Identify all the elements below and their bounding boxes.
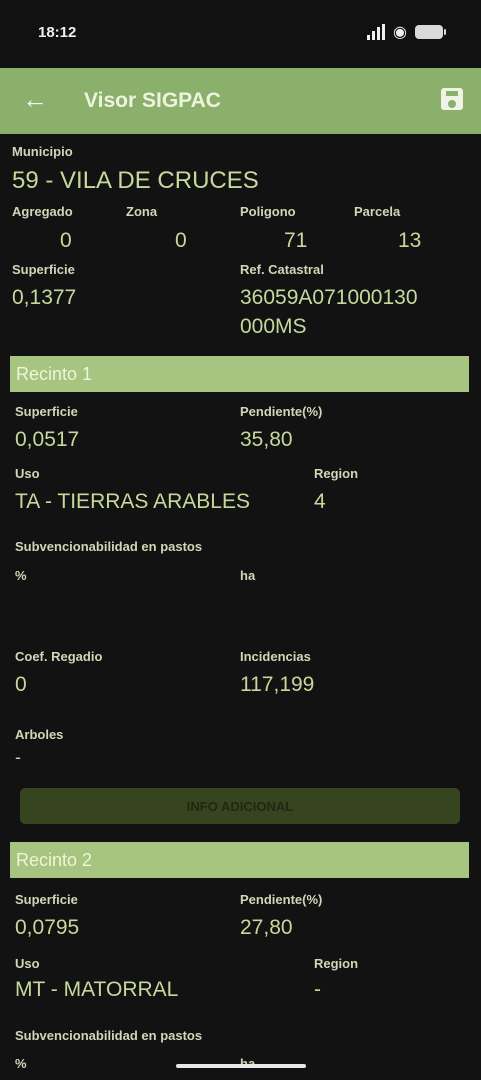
status-time: 18:12	[38, 24, 77, 41]
recinto-2-subv-percent-label: %	[15, 1056, 27, 1071]
recinto-1-incidencias-label: Incidencias	[240, 649, 311, 664]
recinto-1-uso-value: TA - TIERRAS ARABLES	[15, 490, 250, 513]
status-bar: 18:12 ◉	[0, 0, 481, 68]
recinto-2-superficie-value: 0,0795	[15, 916, 80, 939]
recinto-1-arboles-label: Arboles	[15, 727, 64, 742]
status-icons: ◉	[367, 22, 446, 42]
recinto-1-coef-regadio-label: Coef. Regadio	[15, 649, 103, 664]
battery-icon	[415, 25, 446, 39]
info-adicional-button[interactable]: INFO ADICIONAL	[20, 788, 460, 824]
zona-label: Zona	[126, 204, 158, 219]
municipio-label: Municipio	[12, 144, 73, 159]
ref-catastral-line1: 36059A071000130	[240, 286, 418, 309]
recinto-1-coef-regadio-value: 0	[15, 673, 27, 696]
superficie-label: Superficie	[12, 262, 75, 277]
recinto-2-pendiente-label: Pendiente(%)	[240, 892, 323, 907]
wifi-icon: ◉	[393, 24, 407, 41]
recinto-1-subvencionabilidad-label: Subvencionabilidad en pastos	[15, 539, 203, 554]
recinto-1-subv-percent-label: %	[15, 568, 27, 583]
agregado-value: 0	[60, 229, 72, 252]
recinto-2-superficie-label: Superficie	[15, 892, 78, 907]
save-icon[interactable]	[441, 88, 463, 110]
ref-catastral-line2: 000MS	[240, 315, 307, 338]
poligono-value: 71	[284, 229, 308, 252]
zona-value: 0	[175, 229, 187, 252]
recinto-2-uso-label: Uso	[15, 956, 40, 971]
recinto-2-header: Recinto 2	[10, 842, 469, 878]
recinto-1-pendiente-label: Pendiente(%)	[240, 404, 323, 419]
poligono-label: Poligono	[240, 204, 296, 219]
superficie-value: 0,1377	[12, 286, 77, 309]
municipio-value: 59 - VILA DE CRUCES	[12, 167, 259, 194]
recinto-1-region-label: Region	[314, 466, 359, 481]
recinto-1-arboles-value: -	[15, 747, 21, 767]
recinto-2-pendiente-value: 27,80	[240, 916, 293, 939]
app-bar: ← Visor SIGPAC	[0, 68, 481, 134]
arrow-left-icon[interactable]: ←	[22, 85, 48, 113]
parcela-value: 13	[398, 229, 422, 252]
recinto-1-header: Recinto 1	[10, 356, 469, 392]
parcela-label: Parcela	[354, 204, 401, 219]
recinto-1-region-value: 4	[314, 490, 326, 513]
recinto-1-superficie-label: Superficie	[15, 404, 78, 419]
home-indicator[interactable]	[176, 1064, 306, 1068]
agregado-label: Agregado	[12, 204, 73, 219]
ref-catastral-label: Ref. Catastral	[240, 262, 324, 277]
recinto-2-region-label: Region	[314, 956, 359, 971]
recinto-1-subv-ha-label: ha	[240, 568, 256, 583]
recinto-2-region-value: -	[314, 978, 321, 1001]
recinto-1-incidencias-value: 117,199	[240, 673, 315, 696]
recinto-2-subvencionabilidad-label: Subvencionabilidad en pastos	[15, 1028, 203, 1043]
recinto-2-uso-value: MT - MATORRAL	[15, 978, 179, 1001]
recinto-1-pendiente-value: 35,80	[240, 428, 293, 451]
signal-icon	[367, 24, 386, 40]
recinto-1-uso-label: Uso	[15, 466, 40, 481]
recinto-1-superficie-value: 0,0517	[15, 428, 80, 451]
parcel-details[interactable]: Municipio 59 - VILA DE CRUCES Agregado 0…	[0, 134, 481, 1080]
app-title: Visor SIGPAC	[84, 89, 221, 112]
